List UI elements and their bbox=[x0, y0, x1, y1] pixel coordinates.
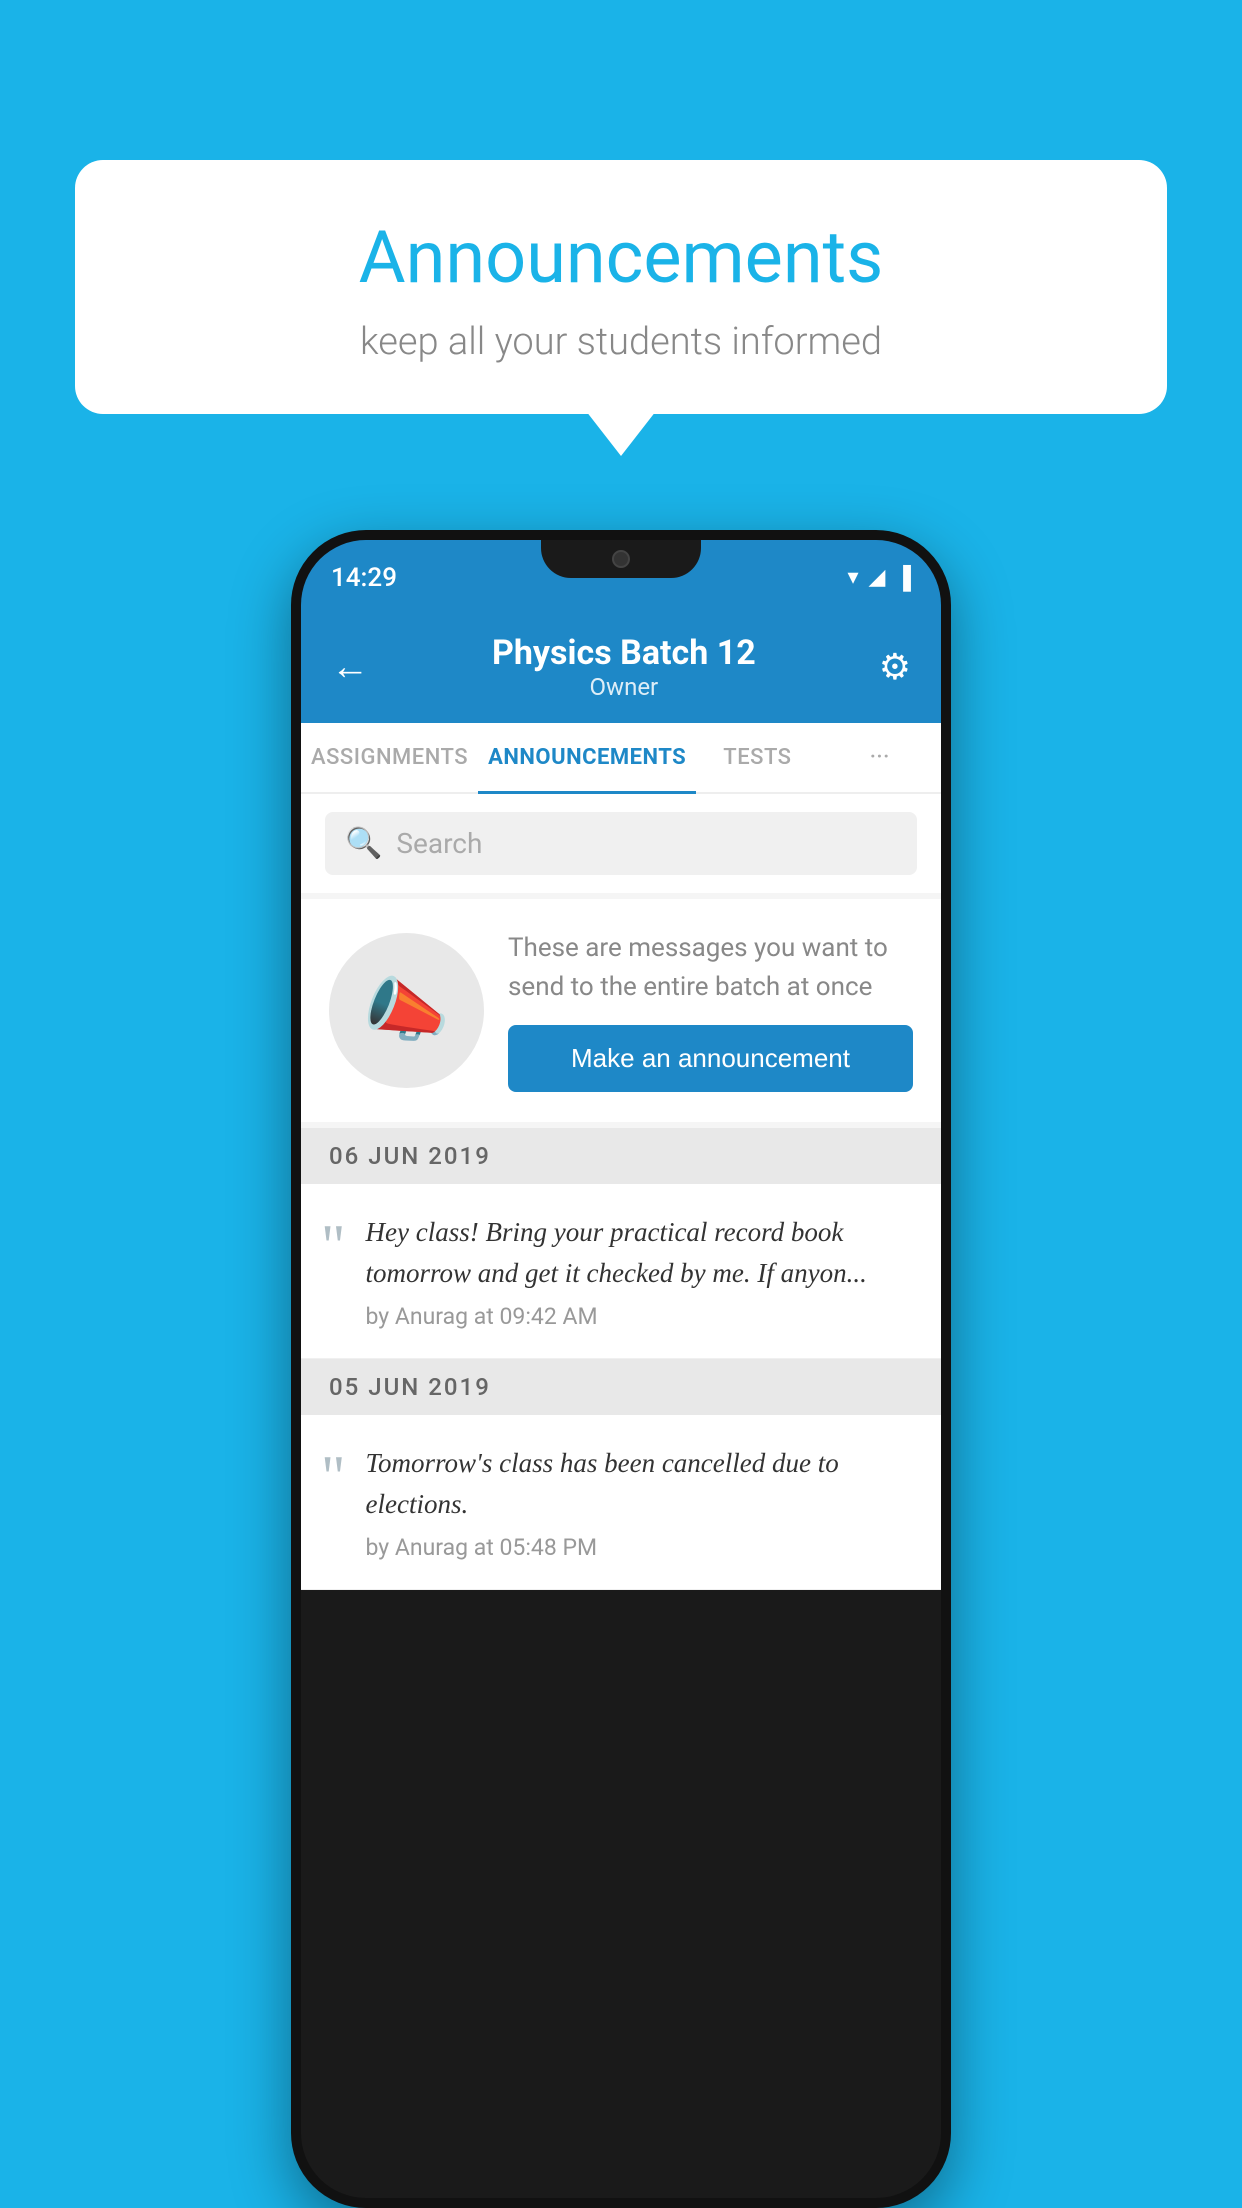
signal-icon: ◢ bbox=[868, 565, 885, 590]
date-header-2: 05 JUN 2019 bbox=[301, 1359, 941, 1415]
tab-assignments[interactable]: ASSIGNMENTS bbox=[301, 723, 478, 792]
date-header-1: 06 JUN 2019 bbox=[301, 1128, 941, 1184]
speech-bubble-subtitle: keep all your students informed bbox=[135, 320, 1107, 364]
header-title: Physics Batch 12 bbox=[492, 633, 756, 673]
make-announcement-button[interactable]: Make an announcement bbox=[508, 1025, 913, 1092]
speech-bubble-title: Announcements bbox=[135, 215, 1107, 300]
status-icons: ▾ ◢ ▐ bbox=[847, 565, 911, 591]
tab-tests[interactable]: TESTS bbox=[696, 723, 818, 792]
search-icon: 🔍 bbox=[345, 826, 382, 861]
back-button[interactable]: ← bbox=[331, 645, 369, 689]
announcement-text-1: Hey class! Bring your practical record b… bbox=[366, 1212, 914, 1293]
wifi-icon: ▾ bbox=[847, 565, 858, 590]
status-time: 14:29 bbox=[331, 563, 397, 593]
speech-bubble-card: Announcements keep all your students inf… bbox=[75, 160, 1167, 414]
status-bar: 14:29 ▾ ◢ ▐ bbox=[301, 540, 941, 615]
megaphone-icon: 📣 bbox=[363, 970, 450, 1052]
quote-icon-1: " bbox=[321, 1216, 346, 1276]
announcement-text-2: Tomorrow's class has been cancelled due … bbox=[366, 1443, 914, 1524]
megaphone-circle: 📣 bbox=[329, 933, 484, 1088]
search-bar[interactable]: 🔍 Search bbox=[325, 812, 917, 875]
tab-more[interactable]: ··· bbox=[819, 723, 941, 792]
header-center: Physics Batch 12 Owner bbox=[492, 633, 756, 701]
speech-bubble-section: Announcements keep all your students inf… bbox=[75, 160, 1167, 414]
phone-mockup: 14:29 ▾ ◢ ▐ ← Physics Batch 12 Owner ⚙ A… bbox=[291, 530, 951, 2208]
phone-wrapper: 14:29 ▾ ◢ ▐ ← Physics Batch 12 Owner ⚙ A… bbox=[75, 530, 1167, 2208]
phone-notch bbox=[541, 540, 701, 578]
search-container: 🔍 Search bbox=[301, 794, 941, 893]
content-area: 🔍 Search 📣 These are messages you want t… bbox=[301, 794, 941, 1590]
tab-bar: ASSIGNMENTS ANNOUNCEMENTS TESTS ··· bbox=[301, 723, 941, 794]
announcement-content-2: Tomorrow's class has been cancelled due … bbox=[366, 1443, 914, 1561]
announcement-meta-2: by Anurag at 05:48 PM bbox=[366, 1534, 914, 1561]
announcement-item-1[interactable]: " Hey class! Bring your practical record… bbox=[301, 1184, 941, 1359]
battery-icon: ▐ bbox=[895, 565, 911, 591]
promo-section: 📣 These are messages you want to send to… bbox=[301, 899, 941, 1122]
promo-content: These are messages you want to send to t… bbox=[508, 929, 913, 1092]
announcement-content-1: Hey class! Bring your practical record b… bbox=[366, 1212, 914, 1330]
app-header: ← Physics Batch 12 Owner ⚙ bbox=[301, 615, 941, 723]
tab-announcements[interactable]: ANNOUNCEMENTS bbox=[478, 723, 696, 792]
announcement-item-2[interactable]: " Tomorrow's class has been cancelled du… bbox=[301, 1415, 941, 1590]
camera bbox=[612, 550, 630, 568]
settings-icon[interactable]: ⚙ bbox=[879, 646, 911, 688]
search-placeholder: Search bbox=[396, 827, 482, 860]
announcement-meta-1: by Anurag at 09:42 AM bbox=[366, 1303, 914, 1330]
promo-description: These are messages you want to send to t… bbox=[508, 929, 913, 1007]
header-subtitle: Owner bbox=[492, 673, 756, 701]
quote-icon-2: " bbox=[321, 1447, 346, 1507]
